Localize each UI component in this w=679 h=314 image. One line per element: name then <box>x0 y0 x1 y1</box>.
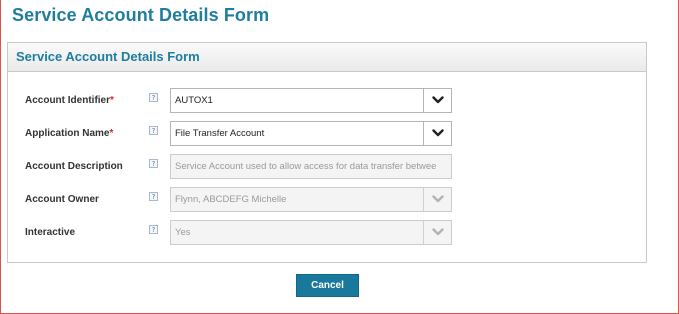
help-icon[interactable]: ? <box>149 126 158 135</box>
account-identifier-select[interactable]: AUTOX1 <box>170 88 452 113</box>
dropdown-button[interactable] <box>423 89 451 112</box>
interactive-row: Interactive ? Yes <box>8 220 648 246</box>
application-name-select[interactable]: File Transfer Account <box>170 121 452 146</box>
required-marker: * <box>110 95 114 106</box>
account-owner-value: Flynn, ABCDEFG Michelle <box>175 194 287 205</box>
chevron-down-icon <box>432 195 444 203</box>
help-icon[interactable]: ? <box>149 93 158 102</box>
account-description-value: Service Account used to allow access for… <box>175 161 437 172</box>
page-title: Service Account Details Form <box>12 5 270 25</box>
form-panel: Service Account Details Form Account Ide… <box>7 42 647 263</box>
account-owner-label: Account Owner <box>25 194 99 205</box>
account-description-label: Account Description <box>25 161 123 172</box>
chevron-down-icon <box>432 228 444 236</box>
interactive-value: Yes <box>175 227 191 238</box>
application-name-label: Application Name* <box>25 128 114 139</box>
account-owner-row: Account Owner ? Flynn, ABCDEFG Michelle <box>8 187 648 213</box>
interactive-select: Yes <box>170 220 452 245</box>
help-icon[interactable]: ? <box>149 225 158 234</box>
help-icon[interactable]: ? <box>149 159 158 168</box>
dropdown-button <box>423 221 451 244</box>
chevron-down-icon <box>432 96 444 104</box>
account-identifier-label: Account Identifier* <box>25 95 114 106</box>
help-icon[interactable]: ? <box>149 192 158 201</box>
required-marker: * <box>109 128 114 139</box>
application-name-value: File Transfer Account <box>175 128 265 139</box>
panel-header: Service Account Details Form <box>8 43 646 72</box>
account-identifier-row: Account Identifier* ? AUTOX1 <box>8 88 648 114</box>
chevron-down-icon <box>432 129 444 137</box>
account-owner-select: Flynn, ABCDEFG Michelle <box>170 187 452 212</box>
application-name-row: Application Name* ? File Transfer Accoun… <box>8 121 648 147</box>
interactive-label: Interactive <box>25 227 76 238</box>
dropdown-button[interactable] <box>423 122 451 145</box>
cancel-button[interactable]: Cancel <box>296 274 359 297</box>
dropdown-button <box>423 188 451 211</box>
account-identifier-value: AUTOX1 <box>175 95 213 106</box>
account-description-field: Service Account used to allow access for… <box>170 154 452 179</box>
account-description-row: Account Description ? Service Account us… <box>8 154 648 180</box>
